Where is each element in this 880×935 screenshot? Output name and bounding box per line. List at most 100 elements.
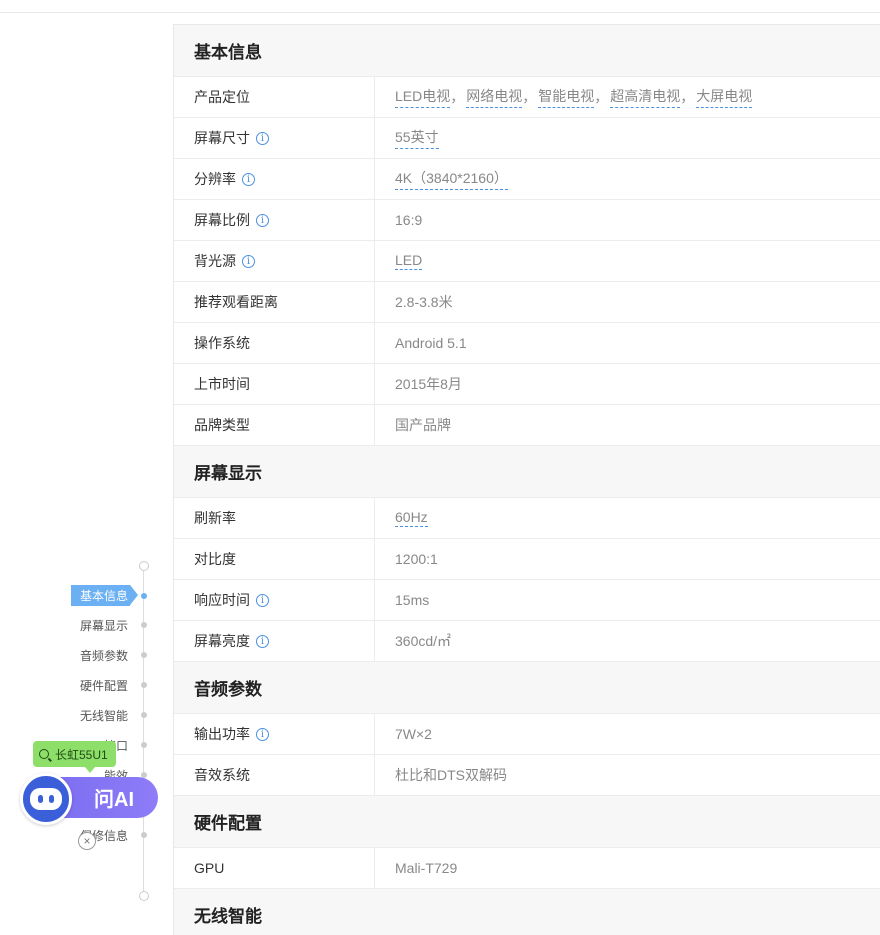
info-icon[interactable]: i <box>256 131 269 145</box>
spec-label-cell: 输出功率 i <box>174 714 375 754</box>
spec-row: 屏幕比例 i 16:9 <box>174 200 880 241</box>
side-nav-dot <box>141 682 147 688</box>
robot-face-icon <box>30 788 62 810</box>
value-separator: ， <box>522 89 537 105</box>
spec-value: 15ms <box>395 592 430 608</box>
spec-label: 品牌类型 <box>194 417 250 433</box>
spec-label: 分辨率 <box>194 171 236 187</box>
spec-row: 品牌类型 国产品牌 <box>174 405 880 446</box>
spec-label: 输出功率 <box>194 726 250 742</box>
spec-value-link[interactable]: 60Hz <box>395 509 428 527</box>
spec-value-cell: LED <box>375 241 880 281</box>
spec-value-link[interactable]: 智能电视 <box>538 86 595 108</box>
spec-label: 推荐观看距离 <box>194 294 278 310</box>
value-separator: ， <box>450 89 465 105</box>
info-icon[interactable]: i <box>242 172 255 186</box>
spec-value: Android 5.1 <box>395 335 467 351</box>
info-icon[interactable]: i <box>256 593 269 607</box>
value-separator: ， <box>594 89 609 105</box>
spec-label-cell: 背光源 i <box>174 241 375 281</box>
spec-label: 响应时间 <box>194 592 250 608</box>
spec-value-cell: 4K（3840*2160） <box>375 159 880 199</box>
side-nav-dot <box>141 742 147 748</box>
section-title: 无线智能 <box>174 889 880 935</box>
spec-label-cell: 音效系统 <box>174 755 375 795</box>
spec-label: GPU <box>194 860 225 876</box>
spec-value: 1200:1 <box>395 551 438 567</box>
spec-label-cell: 操作系统 <box>174 323 375 363</box>
spec-label-cell: 对比度 <box>174 539 375 579</box>
spec-value-cell: 2015年8月 <box>375 364 880 404</box>
side-nav-item[interactable]: 屏幕显示 <box>80 615 128 635</box>
spec-value-cell: 16:9 <box>375 200 880 240</box>
spec-value-cell: 60Hz <box>375 498 880 538</box>
side-nav-item[interactable]: 无线智能 <box>80 705 128 725</box>
spec-value-cell: 2.8-3.8米 <box>375 282 880 322</box>
spec-value-link[interactable]: LED <box>395 252 423 270</box>
spec-label-cell: 上市时间 <box>174 364 375 404</box>
spec-value-link[interactable]: LED电视 <box>395 86 451 108</box>
spec-value-link[interactable]: 55英寸 <box>395 127 439 149</box>
info-icon[interactable]: i <box>256 634 269 648</box>
spec-label-cell: 产品定位 <box>174 77 375 117</box>
spec-value: 国产品牌 <box>395 417 451 433</box>
spec-row: 屏幕亮度 i 360cd/㎡ <box>174 621 880 662</box>
side-nav-dot <box>141 832 147 838</box>
spec-label: 刷新率 <box>194 510 236 526</box>
ask-ai-label: 问AI <box>94 789 134 811</box>
spec-value: 2015年8月 <box>395 376 462 392</box>
spec-row: 产品定位 LED电视，网络电视，智能电视，超高清电视，大屏电视 <box>174 77 880 118</box>
side-nav-dot <box>141 652 147 658</box>
spec-row: 背光源 i LED <box>174 241 880 282</box>
spec-value-cell: Mali-T729 <box>375 848 880 888</box>
spec-value-cell: 国产品牌 <box>375 405 880 445</box>
spec-value-link[interactable]: 超高清电视 <box>610 86 681 108</box>
section-title: 基本信息 <box>174 25 880 77</box>
info-icon[interactable]: i <box>256 213 269 227</box>
spec-value-link[interactable]: 大屏电视 <box>696 86 753 108</box>
spec-label-cell: 响应时间 i <box>174 580 375 620</box>
side-nav-item-active[interactable]: 基本信息 <box>71 585 138 606</box>
spec-value: 2.8-3.8米 <box>395 294 453 310</box>
spec-value: 360cd/㎡ <box>395 633 452 649</box>
spec-value-cell: LED电视，网络电视，智能电视，超高清电视，大屏电视 <box>375 77 880 117</box>
spec-row: 响应时间 i 15ms <box>174 580 880 621</box>
spec-label-cell: 刷新率 <box>174 498 375 538</box>
ai-robot-icon[interactable] <box>20 773 72 825</box>
spec-value: 16:9 <box>395 212 423 228</box>
spec-value: 7W×2 <box>395 726 432 742</box>
spec-value-cell: 55英寸 <box>375 118 880 158</box>
ai-product-tag-label: 长虹55U1 <box>55 747 108 762</box>
spec-row: 操作系统 Android 5.1 <box>174 323 880 364</box>
spec-label: 产品定位 <box>194 89 250 105</box>
spec-label-cell: GPU <box>174 848 375 888</box>
spec-label-cell: 分辨率 i <box>174 159 375 199</box>
info-icon[interactable]: i <box>242 254 255 268</box>
side-nav-item[interactable]: 硬件配置 <box>80 675 128 695</box>
spec-label: 音效系统 <box>194 767 250 783</box>
section-title: 音频参数 <box>174 662 880 714</box>
spec-value-link[interactable]: 网络电视 <box>466 86 523 108</box>
side-nav-track <box>143 566 144 896</box>
spec-label-cell: 推荐观看距离 <box>174 282 375 322</box>
spec-row: 上市时间 2015年8月 <box>174 364 880 405</box>
spec-label: 背光源 <box>194 253 236 269</box>
spec-label: 屏幕比例 <box>194 212 250 228</box>
spec-value: Mali-T729 <box>395 860 458 876</box>
side-nav-item[interactable]: 音频参数 <box>80 645 128 665</box>
spec-value-link[interactable]: 4K（3840*2160） <box>395 168 508 190</box>
close-icon[interactable]: × <box>78 832 96 850</box>
spec-value-cell: 1200:1 <box>375 539 880 579</box>
spec-value-cell: 杜比和DTS双解码 <box>375 755 880 795</box>
spec-value-cell: 360cd/㎡ <box>375 621 880 661</box>
spec-label-cell: 品牌类型 <box>174 405 375 445</box>
info-icon[interactable]: i <box>256 727 269 741</box>
ai-product-tag[interactable]: 长虹55U1 <box>33 741 116 773</box>
spec-label-cell: 屏幕亮度 i <box>174 621 375 661</box>
spec-label: 上市时间 <box>194 376 250 392</box>
spec-row: 分辨率 i 4K（3840*2160） <box>174 159 880 200</box>
section-title: 屏幕显示 <box>174 446 880 498</box>
value-separator: ， <box>680 89 695 105</box>
spec-label: 屏幕亮度 <box>194 633 250 649</box>
spec-row: 输出功率 i 7W×2 <box>174 714 880 755</box>
